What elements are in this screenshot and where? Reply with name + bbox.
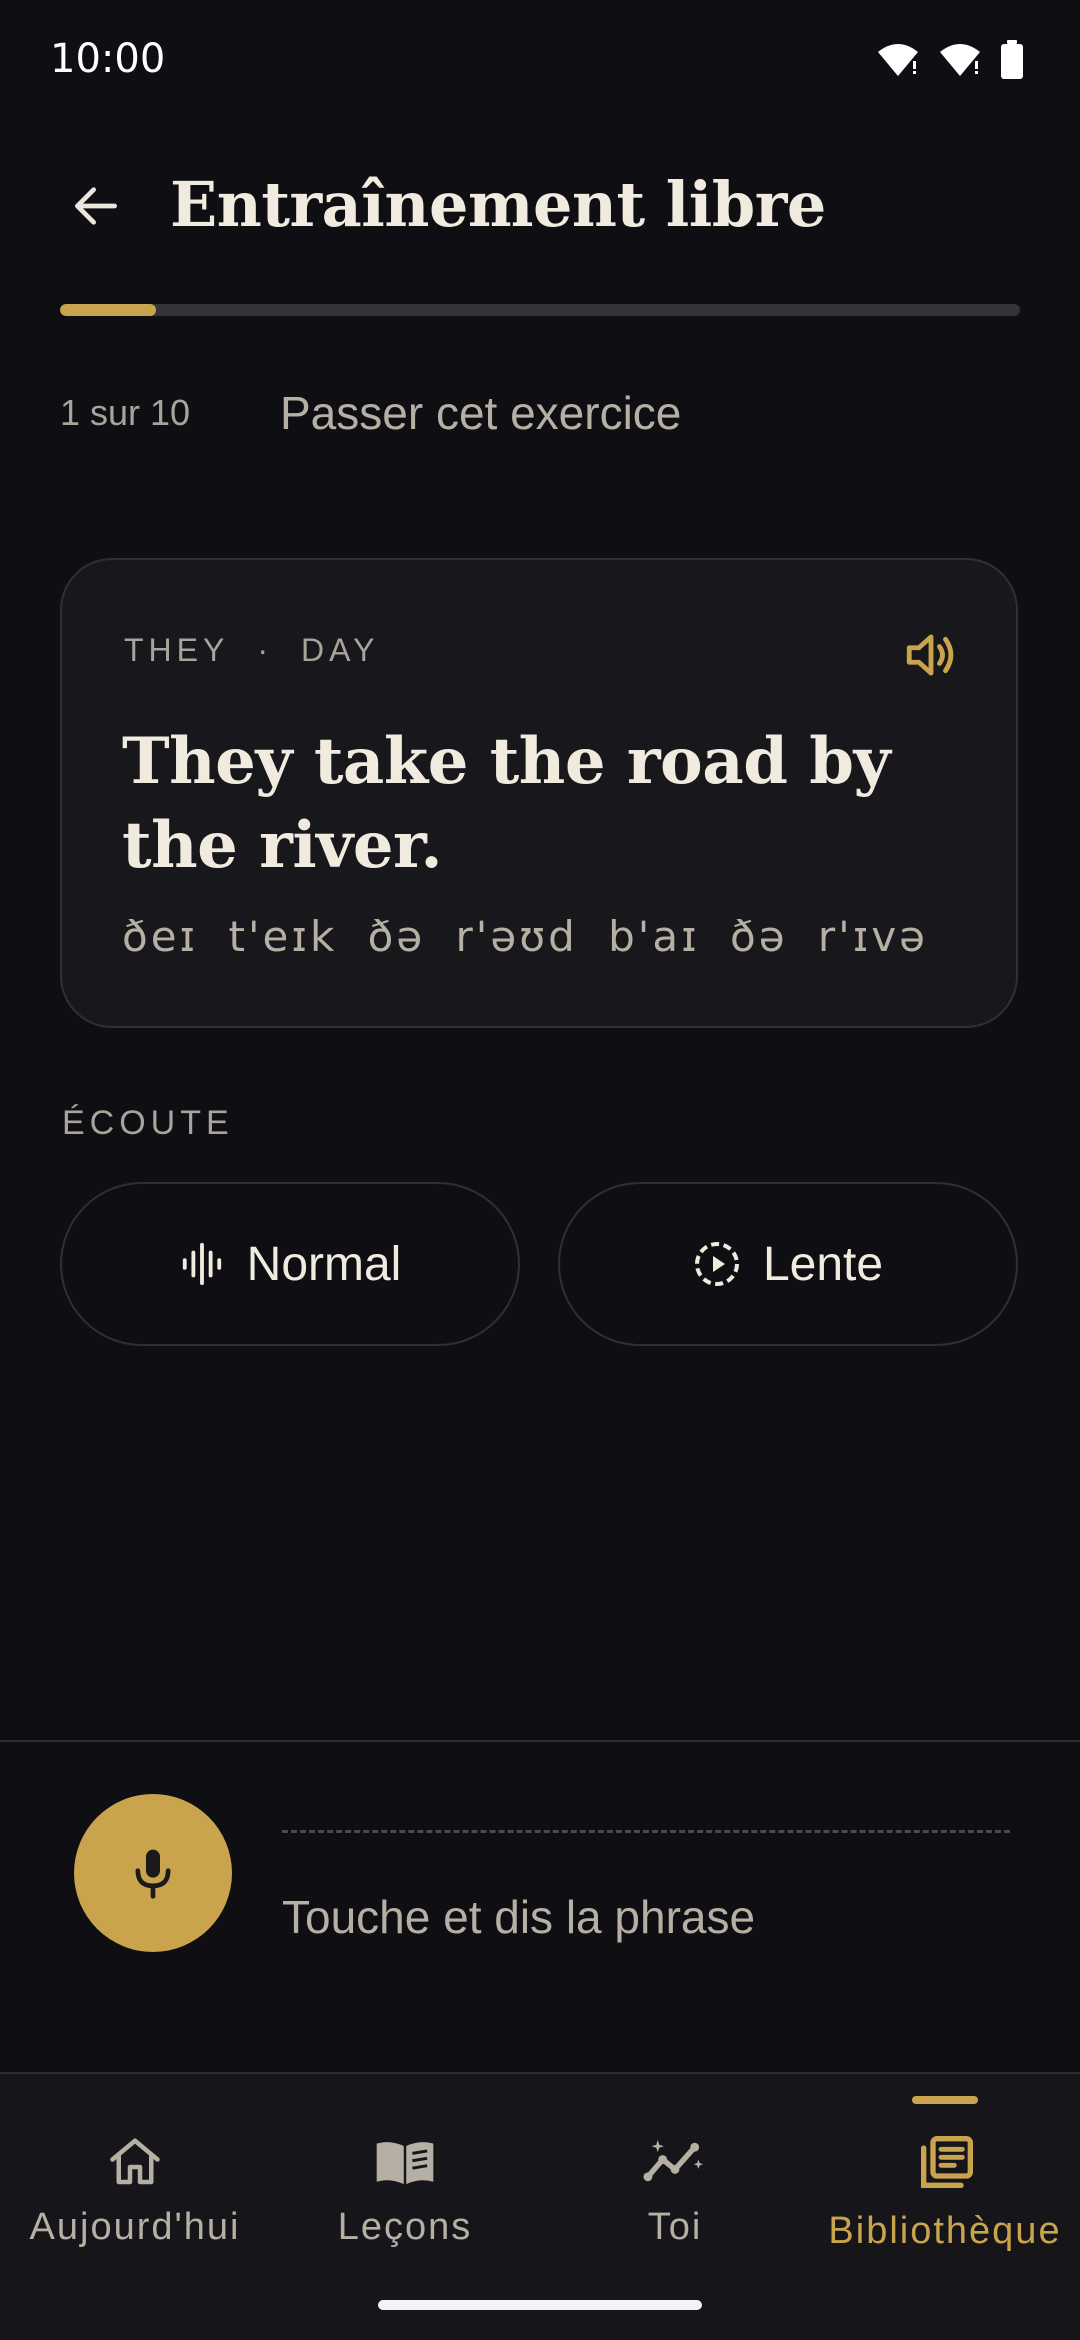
tag-word: THEY — [124, 632, 230, 668]
wifi-icon — [878, 44, 918, 76]
word-tags: THEY · DAY — [124, 632, 379, 669]
waveform-icon — [182, 1242, 221, 1286]
speaker-icon — [906, 634, 954, 676]
nav-item-library[interactable]: Bibliothèque — [810, 2132, 1080, 2253]
slow-play-icon — [694, 1242, 739, 1286]
slow-speed-label: Lente — [762, 1237, 884, 1291]
arrow-left-icon — [75, 187, 117, 225]
status-time: 10:00 — [50, 36, 166, 82]
practice-sentence: They take the road by the river. — [122, 724, 891, 883]
record-hint: Touche et dis la phrase — [282, 1891, 756, 1943]
microphone-icon — [135, 1849, 171, 1899]
library-icon — [921, 2136, 973, 2188]
active-tab-indicator — [912, 2096, 978, 2104]
nav-item-you[interactable]: Toi — [540, 2132, 810, 2249]
record-button[interactable] — [74, 1794, 232, 1952]
book-icon — [376, 2142, 434, 2185]
nav-item-today[interactable]: Aujourd'hui — [0, 2132, 270, 2249]
listening-section-label: ÉCOUTE — [62, 1104, 234, 1142]
waveform-placeholder — [282, 1830, 1010, 1833]
normal-speed-label: Normal — [246, 1237, 402, 1291]
slow-speed-button[interactable]: Lente — [558, 1182, 1018, 1346]
exercise-counter: 1 sur 10 — [60, 392, 191, 433]
play-audio-button[interactable] — [896, 620, 966, 690]
phonetic-transcription: ðeɪ t'eɪk ðə r'əʊd b'aɪ ðə r'ɪvə — [122, 912, 929, 961]
nav-label-today: Aujourd'hui — [29, 2206, 241, 2248]
home-indicator[interactable] — [378, 2300, 702, 2310]
wifi-icon — [940, 44, 980, 76]
nav-label-you: Toi — [647, 2206, 703, 2248]
status-icons — [876, 40, 1024, 80]
nav-item-lessons[interactable]: Leçons — [270, 2132, 540, 2249]
normal-speed-button[interactable]: Normal — [60, 1182, 520, 1346]
divider — [0, 1740, 1080, 1742]
home-icon — [110, 2138, 160, 2185]
nav-label-lessons: Leçons — [337, 2206, 473, 2248]
back-button[interactable] — [60, 170, 132, 242]
tag-word: DAY — [301, 632, 380, 668]
battery-icon — [1001, 40, 1023, 79]
tag-separator: · — [257, 632, 273, 668]
page-title: Entraînement libre — [170, 168, 826, 241]
progress-bar — [60, 304, 1020, 316]
nav-label-library: Bibliothèque — [828, 2210, 1062, 2252]
stats-icon — [643, 2139, 704, 2182]
sentence-card: THEY · DAY They take the road by the riv… — [60, 558, 1018, 1028]
progress-fill — [60, 304, 156, 316]
skip-exercise-link[interactable]: Passer cet exercice — [280, 386, 681, 440]
